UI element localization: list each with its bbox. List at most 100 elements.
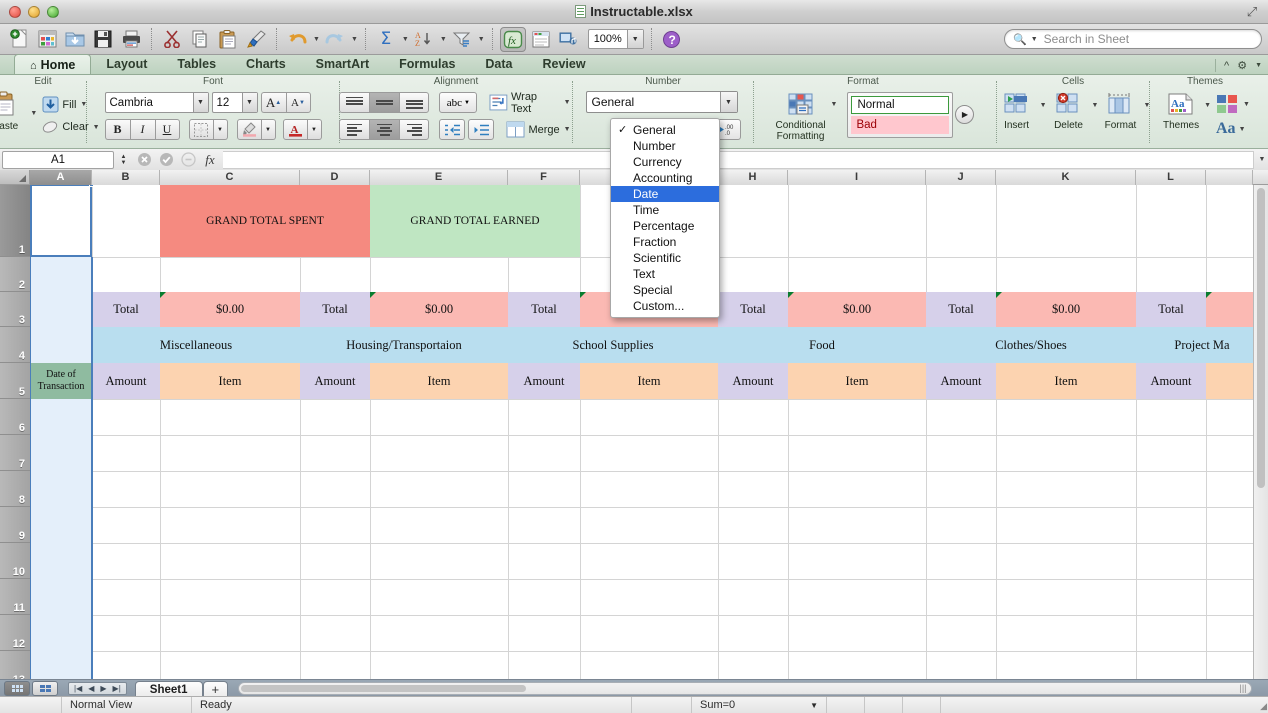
subheader-item-cell[interactable]: Item [370, 363, 508, 399]
horizontal-scroll-thumb[interactable] [241, 684, 527, 692]
subheader-amount-cell[interactable]: Amount [718, 363, 788, 399]
zoom-button[interactable] [47, 5, 59, 18]
nav-prev-icon[interactable]: ◀ [88, 684, 94, 693]
search-scope-caret-icon[interactable]: ▼ [1031, 36, 1038, 43]
total-label-cell[interactable]: Total [1136, 292, 1206, 327]
save-icon[interactable] [90, 27, 116, 52]
menu-item-percentage[interactable]: Percentage [611, 218, 719, 234]
column-header-l[interactable]: L [1136, 170, 1206, 185]
theme-colors-caret-icon[interactable]: ▼ [1243, 101, 1250, 108]
category-label-cell[interactable]: Housing/Transportaion [300, 327, 508, 363]
subheader-amount-cell[interactable]: Amount [508, 363, 580, 399]
row-header-12[interactable]: 12 [0, 615, 30, 651]
column-header-a[interactable]: A [30, 170, 92, 185]
subheader-item-cell[interactable]: Item [160, 363, 300, 399]
tab-layout[interactable]: Layout [91, 54, 162, 74]
row-header-5[interactable]: 5 [0, 363, 30, 399]
cancel-formula-icon[interactable] [135, 151, 153, 169]
row-header-2[interactable]: 2 [0, 257, 30, 292]
align-left-button[interactable] [339, 119, 370, 140]
column-header-m[interactable] [1206, 170, 1253, 185]
font-size-select[interactable]: 12 ▼ [211, 92, 258, 113]
total-value-cell[interactable]: $0.00 [160, 292, 300, 327]
merge-button[interactable]: Merge ▼ [504, 120, 572, 139]
menu-item-general[interactable]: ✓ General [611, 122, 719, 138]
total-label-cell[interactable]: Total [508, 292, 580, 327]
collapse-ribbon-icon[interactable]: ^ [1224, 60, 1229, 72]
gear-icon[interactable]: ⚙ [1237, 59, 1247, 72]
menu-item-fraction[interactable]: Fraction [611, 234, 719, 250]
tab-formulas[interactable]: Formulas [384, 54, 470, 74]
menu-item-time[interactable]: Time [611, 202, 719, 218]
row-header-7[interactable]: 7 [0, 435, 30, 471]
bold-button[interactable]: B [104, 119, 130, 140]
number-format-caret-icon[interactable]: ▼ [719, 92, 737, 112]
font-family-select[interactable]: Cambria ▼ [104, 92, 209, 113]
window-controls[interactable] [9, 5, 59, 18]
print-icon[interactable] [118, 27, 144, 52]
undo-icon[interactable] [284, 27, 310, 52]
number-format-select[interactable]: General ▼ [585, 91, 738, 113]
menu-item-special[interactable]: Special [611, 282, 719, 298]
theme-fonts-button[interactable]: Aa ▼ [1216, 120, 1250, 138]
total-value-cell[interactable]: $0.00 [788, 292, 926, 327]
nav-next-icon[interactable]: ▶ [100, 684, 106, 693]
row-header-10[interactable]: 10 [0, 543, 30, 579]
tab-charts[interactable]: Charts [231, 54, 301, 74]
undo-caret-icon[interactable]: ▼ [313, 36, 320, 43]
delete-caret-icon[interactable]: ▼ [1092, 102, 1099, 109]
conditional-formatting-button[interactable]: Conditional Formatting [773, 92, 829, 142]
page-layout-view-button[interactable] [32, 680, 58, 696]
add-sheet-button[interactable]: + [202, 680, 229, 697]
tab-home[interactable]: ⌂ Home [14, 54, 92, 74]
filter-caret-icon[interactable]: ▼ [478, 36, 485, 43]
column-header-d[interactable]: D [300, 170, 370, 185]
fullscreen-icon[interactable]: ⤢ [1244, 4, 1260, 20]
borders-button[interactable] [188, 119, 214, 140]
total-label-cell[interactable]: Total [926, 292, 996, 327]
resize-grip-icon[interactable]: ◢ [1260, 701, 1267, 712]
theme-colors-button[interactable]: ▼ [1216, 94, 1250, 114]
tab-review[interactable]: Review [528, 54, 601, 74]
formula-input[interactable] [223, 150, 1254, 169]
help-icon[interactable]: ? [659, 27, 685, 52]
column-header-c[interactable]: C [160, 170, 300, 185]
column-header-k[interactable]: K [996, 170, 1136, 185]
menu-item-scientific[interactable]: Scientific [611, 250, 719, 266]
category-label-cell[interactable]: Food [718, 327, 926, 363]
row-header-8[interactable]: 8 [0, 471, 30, 507]
row-header-1[interactable]: 1 [0, 185, 30, 257]
filter-icon[interactable] [449, 27, 475, 52]
fill-color-caret-icon[interactable]: ▼ [261, 119, 276, 140]
autosum-icon[interactable]: Σ [373, 27, 399, 52]
theme-fonts-caret-icon[interactable]: ▼ [1239, 126, 1246, 133]
open-file-icon[interactable] [62, 27, 88, 52]
category-label-cell[interactable]: School Supplies [508, 327, 718, 363]
underline-button[interactable]: U [154, 119, 180, 140]
increase-font-size-button[interactable]: A ▲ [260, 92, 286, 113]
total-value-cell[interactable]: $0.00 [370, 292, 508, 327]
subheader-amount-cell[interactable]: Amount [926, 363, 996, 399]
nav-first-icon[interactable]: |◀ [74, 684, 82, 693]
font-size-caret-icon[interactable]: ▼ [241, 93, 257, 112]
font-color-button[interactable]: A [282, 119, 308, 140]
total-label-cell[interactable]: Total [300, 292, 370, 327]
subheader-amount-cell[interactable]: Amount [300, 363, 370, 399]
row-header-6[interactable]: 6 [0, 399, 30, 435]
minimize-button[interactable] [28, 5, 40, 18]
fill-handle[interactable] [89, 185, 94, 187]
sort-caret-icon[interactable]: ▼ [440, 36, 447, 43]
decrease-font-size-button[interactable]: A ▼ [285, 92, 311, 113]
delete-cells-button[interactable]: Delete [1048, 92, 1090, 131]
cell-styles-gallery[interactable]: Normal Bad ▶ [847, 92, 975, 138]
themes-button[interactable]: Aa Themes [1160, 92, 1202, 131]
total-value-cell[interactable]: $0.00 [996, 292, 1136, 327]
column-header-j[interactable]: J [926, 170, 996, 185]
number-format-dropdown-menu[interactable]: ✓ General Number Currency Accounting Date… [610, 118, 720, 318]
row-header-4[interactable]: 4 [0, 327, 30, 363]
paste-caret-icon[interactable]: ▼ [30, 110, 37, 117]
increase-indent-button[interactable] [468, 119, 495, 140]
total-label-cell[interactable]: Total [718, 292, 788, 327]
subheader-amount-cell[interactable]: Amount [92, 363, 160, 399]
category-label-cell[interactable]: Clothes/Shoes [926, 327, 1136, 363]
